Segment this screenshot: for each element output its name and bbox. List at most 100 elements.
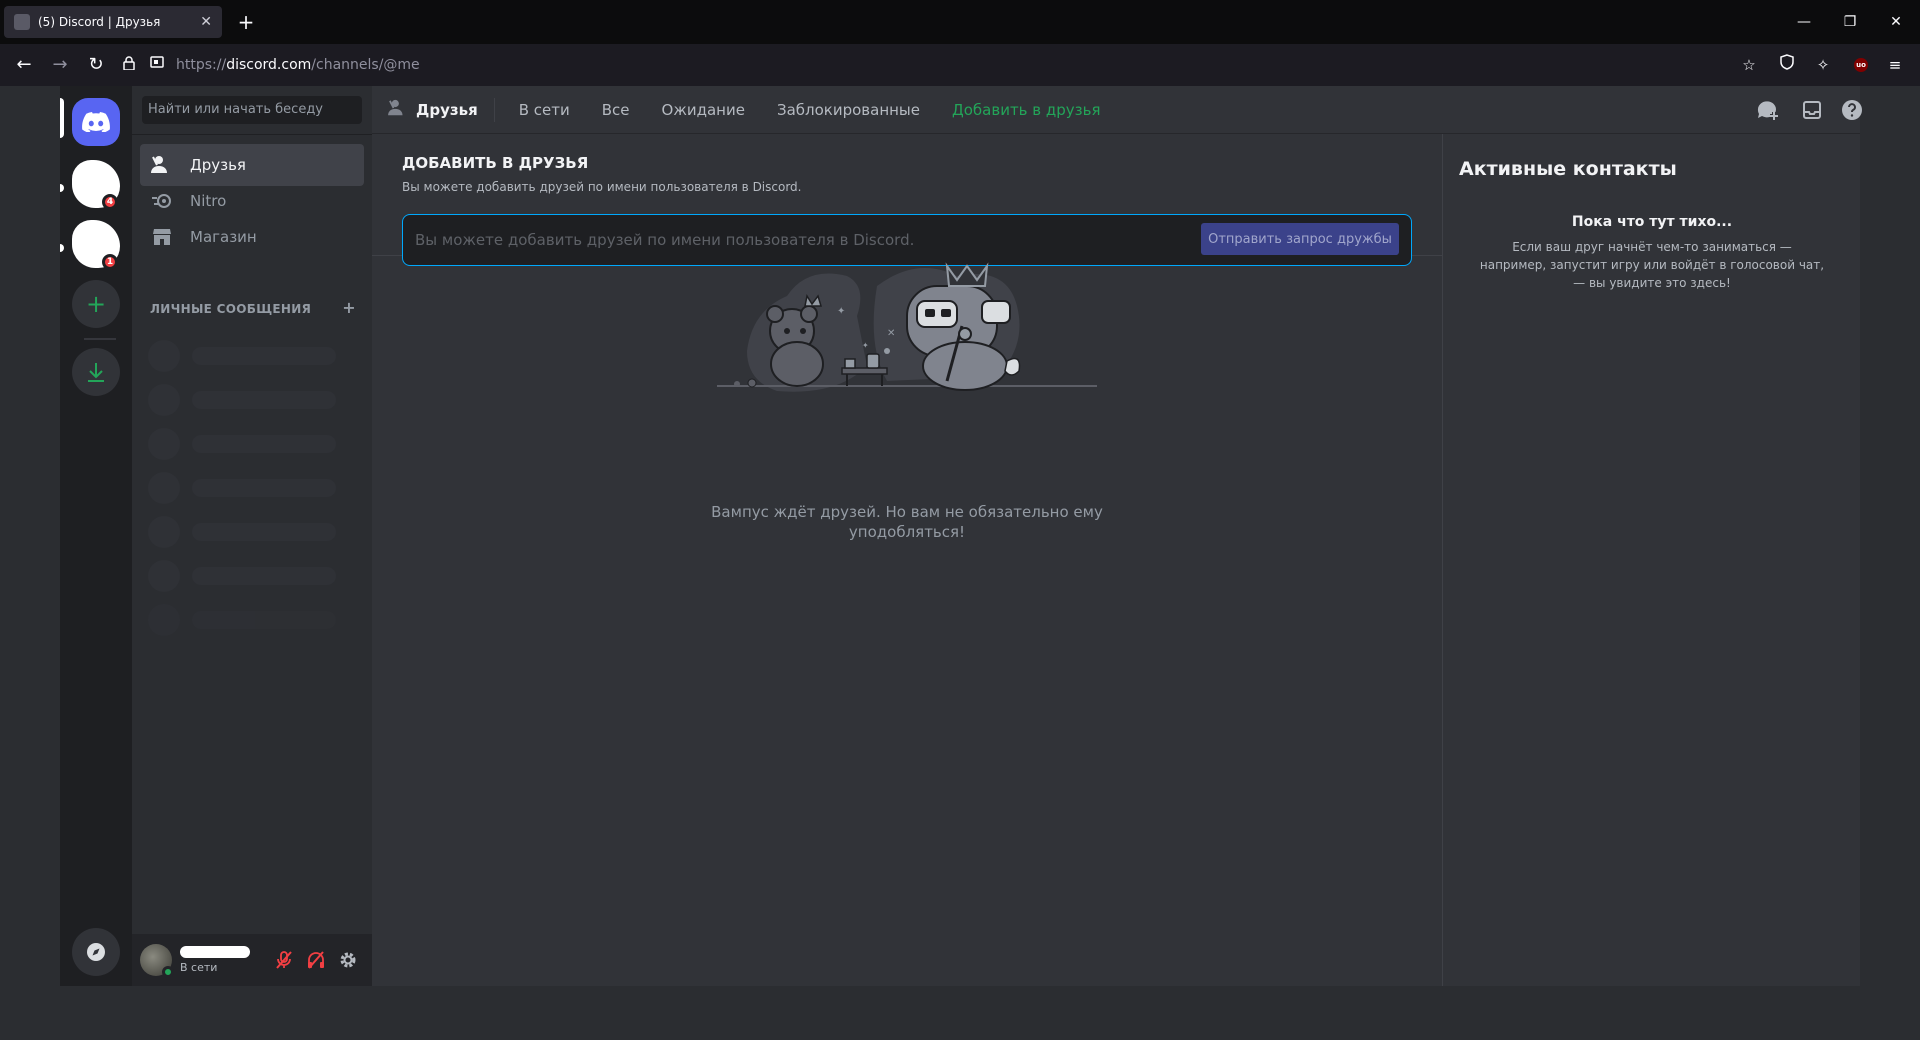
- svg-text:✦: ✦: [862, 341, 869, 350]
- add-server-button[interactable]: +: [72, 280, 120, 328]
- page-title-text: Друзья: [416, 100, 478, 119]
- sidebar-item-label: Магазин: [190, 228, 257, 246]
- inbox-icon: [1803, 101, 1821, 119]
- add-friend-title: ДОБАВИТЬ В ДРУЗЬЯ: [402, 154, 589, 172]
- dm-section-header: ЛИЧНЫЕ СООБЩЕНИЯ +: [150, 300, 356, 317]
- create-dm-button[interactable]: +: [342, 300, 356, 316]
- compass-icon: [87, 943, 105, 961]
- bookmark-star-icon[interactable]: ☆: [1738, 54, 1760, 76]
- dm-skeleton-row: [148, 560, 336, 592]
- url-path: /channels/@me: [311, 57, 420, 73]
- tab-favicon-icon: [14, 14, 30, 30]
- dm-skeleton-row: [148, 472, 336, 504]
- svg-text:✦: ✦: [837, 306, 845, 317]
- new-group-dm-button[interactable]: [1756, 98, 1780, 122]
- help-button[interactable]: [1840, 98, 1864, 122]
- user-panel: В сети: [132, 934, 372, 986]
- browser-navbar: ← → ↻ https://discord.com/channels/@me ☆…: [0, 44, 1920, 86]
- tab-add-friend[interactable]: Добавить в друзья: [944, 99, 1109, 121]
- svg-text:✕: ✕: [887, 328, 895, 339]
- lock-icon[interactable]: [120, 56, 138, 74]
- reload-icon[interactable]: ↻: [84, 53, 108, 77]
- url-scheme: https://: [176, 57, 227, 73]
- active-now-description: Если ваш друг начнёт чем-то заниматься —…: [1479, 240, 1825, 290]
- friends-header: Друзья В сети Все Ожидание Заблокированн…: [372, 86, 1862, 134]
- url-host: discord.com: [226, 57, 312, 73]
- add-friend-description: Вы можете добавить друзей по имени польз…: [402, 180, 802, 194]
- download-icon: [88, 363, 104, 382]
- unread-pill: [60, 244, 64, 252]
- browser-titlebar: (5) Discord | Друзья ✕ + — ❐ ✕: [0, 0, 1920, 44]
- server-badge-1: 4: [102, 194, 118, 210]
- menu-icon[interactable]: ≡: [1884, 54, 1906, 76]
- header-divider: [493, 97, 495, 122]
- dm-skeleton-row: [148, 384, 336, 416]
- extension-broom-icon[interactable]: ✧: [1812, 54, 1834, 76]
- add-friend-section: ДОБАВИТЬ В ДРУЗЬЯ Вы можете добавить дру…: [372, 134, 1442, 266]
- user-info[interactable]: В сети: [180, 946, 268, 974]
- rail-separator: [84, 338, 116, 340]
- empty-state-text: Вампус ждёт друзей. Но вам не обязательн…: [711, 503, 1103, 541]
- mic-muted-icon: [276, 951, 292, 969]
- empty-state: ✦ ✦ ✕ Вампус ждёт друзей. Но вам не обяз…: [372, 256, 1442, 636]
- dm-skeleton-row: [148, 516, 336, 548]
- main-content: Друзья В сети Все Ожидание Заблокированн…: [372, 86, 1862, 986]
- username-redacted: [180, 946, 250, 958]
- server-badge-2: 1: [102, 254, 118, 270]
- deafen-button[interactable]: [300, 944, 332, 976]
- help-icon: [1842, 100, 1862, 120]
- close-tab-icon[interactable]: ✕: [200, 14, 212, 30]
- minimize-icon[interactable]: —: [1792, 10, 1816, 34]
- dm-skeleton-row: [148, 428, 336, 460]
- tab-online[interactable]: В сети: [511, 99, 578, 121]
- sidebar-item-label: Nitro: [190, 192, 227, 210]
- forward-icon[interactable]: →: [48, 53, 72, 77]
- server-rail: 4 1 +: [60, 86, 132, 986]
- send-friend-request-button[interactable]: Отправить запрос дружбы: [1201, 223, 1399, 255]
- tab-all[interactable]: Все: [594, 99, 638, 121]
- search-input[interactable]: Найти или начать беседу: [142, 96, 362, 124]
- download-apps-button[interactable]: [72, 348, 120, 396]
- dm-skeleton-row: [148, 340, 336, 372]
- new-tab-button[interactable]: +: [234, 10, 258, 34]
- tab-title: (5) Discord | Друзья: [38, 15, 161, 29]
- new-group-dm-icon: [1757, 101, 1778, 120]
- user-settings-button[interactable]: [332, 944, 364, 976]
- headphones-muted-icon: [308, 951, 324, 969]
- active-now-panel: Активные контакты Пока что тут тихо... Е…: [1442, 134, 1860, 986]
- sidebar-divider: [132, 134, 372, 135]
- discord-app: 4 1 + Найти или начать беседу Друзья Nit…: [60, 86, 1862, 986]
- tab-blocked[interactable]: Заблокированные: [769, 99, 928, 121]
- ublock-icon[interactable]: uo: [1854, 58, 1868, 72]
- back-icon[interactable]: ←: [12, 53, 36, 77]
- close-window-icon[interactable]: ✕: [1884, 10, 1908, 34]
- shield-icon[interactable]: [1776, 54, 1798, 76]
- url-bar[interactable]: https://discord.com/channels/@me: [120, 51, 1760, 79]
- active-now-subtitle: Пока что тут тихо...: [1571, 214, 1733, 230]
- unread-pill: [60, 184, 64, 192]
- permissions-icon[interactable]: [148, 56, 166, 74]
- inbox-button[interactable]: [1800, 98, 1824, 122]
- avatar[interactable]: [140, 944, 174, 978]
- friends-icon: [388, 99, 408, 121]
- online-status-icon: [162, 966, 174, 978]
- discord-home-button[interactable]: [72, 98, 120, 146]
- sidebar-item-label: Друзья: [190, 156, 246, 174]
- discord-logo-icon: [82, 112, 110, 132]
- gear-icon: [340, 952, 356, 968]
- browser-tab[interactable]: (5) Discord | Друзья ✕: [4, 6, 222, 38]
- shop-icon: [150, 225, 174, 249]
- sidebar-item-shop[interactable]: Магазин: [140, 216, 364, 258]
- tab-pending[interactable]: Ожидание: [654, 99, 753, 121]
- restore-icon[interactable]: ❐: [1838, 10, 1862, 34]
- dm-skeleton-row: [148, 604, 336, 636]
- explore-servers-button[interactable]: [72, 928, 120, 976]
- user-status: В сети: [180, 961, 218, 974]
- selected-pill: [60, 98, 64, 138]
- friends-icon: [150, 153, 174, 177]
- page-title: Друзья: [388, 99, 478, 121]
- mute-mic-button[interactable]: [268, 944, 300, 976]
- wumpus-illustration-icon: ✦ ✦ ✕: [717, 262, 1097, 392]
- dm-sidebar: Найти или начать беседу Друзья Nitro Маг…: [132, 86, 372, 986]
- active-now-title: Активные контакты: [1459, 158, 1677, 180]
